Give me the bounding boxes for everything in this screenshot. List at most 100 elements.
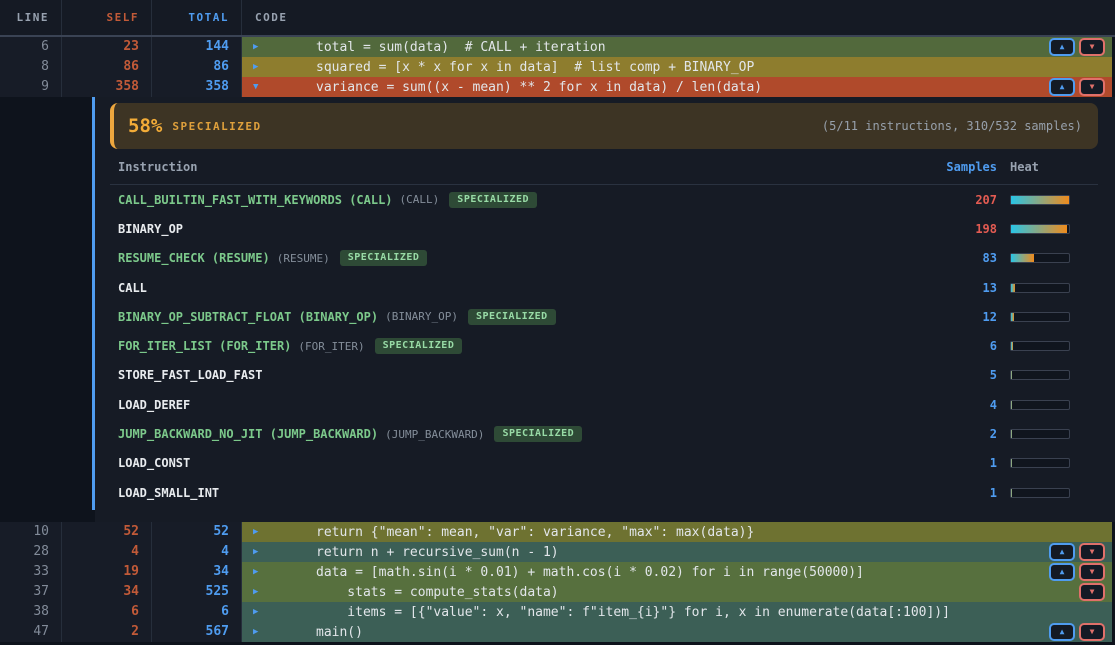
expand-icon[interactable]: ▶ — [242, 547, 316, 557]
expand-icon[interactable]: ▶ — [242, 607, 316, 617]
line-number: 47 — [0, 622, 62, 642]
line-number: 37 — [0, 582, 62, 602]
heat-bar — [1010, 224, 1070, 234]
expand-icon[interactable]: ▶ — [242, 527, 316, 537]
line-number: 8 — [0, 57, 62, 77]
instruction-info: FOR_ITER_LIST (FOR_ITER)(FOR_ITER)SPECIA… — [118, 338, 927, 354]
heat-bar-fill — [1011, 225, 1067, 233]
heat-cell — [997, 283, 1098, 293]
code-line[interactable]: ▶data = [math.sin(i * 0.01) + math.cos(i… — [242, 562, 1112, 582]
heat-cell — [997, 370, 1098, 380]
jump-down-button[interactable]: ▼ — [1079, 623, 1105, 641]
total-samples: 86 — [152, 57, 242, 77]
sample-count: 83 — [927, 251, 997, 265]
code-line[interactable]: ▶total = sum(data) # CALL + iteration▲▼ — [242, 37, 1112, 57]
heat-bar — [1010, 429, 1070, 439]
instruction-row: FOR_ITER_LIST (FOR_ITER)(FOR_ITER)SPECIA… — [110, 331, 1098, 360]
instruction-info: CALL — [118, 281, 927, 295]
expand-icon[interactable]: ▶ — [242, 62, 316, 72]
code-text: return {"mean": mean, "var": variance, "… — [316, 525, 1105, 540]
instruction-name: FOR_ITER_LIST (FOR_ITER) — [118, 339, 291, 353]
instruction-name: LOAD_SMALL_INT — [118, 486, 219, 500]
col-header-code: CODE — [242, 0, 1115, 35]
instruction-row: CALL_BUILTIN_FAST_WITH_KEYWORDS (CALL)(C… — [110, 185, 1098, 214]
col-header-heat: Heat — [997, 160, 1098, 174]
heat-bar-fill — [1011, 284, 1015, 292]
specialized-label: SPECIALIZED — [172, 120, 261, 133]
code-rows-above: 623144▶total = sum(data) # CALL + iterat… — [0, 37, 1115, 97]
heat-bar — [1010, 370, 1070, 380]
row-nav-buttons: ▼ — [1079, 583, 1105, 601]
instruction-info: RESUME_CHECK (RESUME)(RESUME)SPECIALIZED — [118, 250, 927, 266]
instruction-name: CALL — [118, 281, 147, 295]
col-header-total: TOTAL — [152, 0, 242, 35]
col-header-samples: Samples — [927, 160, 997, 174]
col-header-instruction: Instruction — [118, 160, 927, 174]
table-header: LINE SELF TOTAL CODE — [0, 0, 1115, 37]
code-line[interactable]: ▶return n + recursive_sum(n - 1)▲▼ — [242, 542, 1112, 562]
jump-up-button[interactable]: ▲ — [1049, 543, 1075, 561]
total-samples: 144 — [152, 37, 242, 57]
code-row: 3734525▶ stats = compute_stats(data)▼ — [0, 582, 1115, 602]
total-samples: 6 — [152, 602, 242, 622]
panel-gutter — [0, 97, 92, 522]
total-samples: 34 — [152, 562, 242, 582]
base-opcode: (BINARY_OP) — [385, 310, 458, 323]
heat-bar-fill — [1011, 371, 1012, 379]
code-text: squared = [x * x for x in data] # list c… — [316, 60, 1105, 75]
jump-down-button[interactable]: ▼ — [1079, 583, 1105, 601]
sample-count: 5 — [927, 368, 997, 382]
heat-bar-fill — [1011, 459, 1012, 467]
heat-cell — [997, 312, 1098, 322]
expand-icon[interactable]: ▶ — [242, 42, 316, 52]
heat-bar — [1010, 400, 1070, 410]
jump-down-button[interactable]: ▼ — [1079, 38, 1105, 56]
jump-down-button[interactable]: ▼ — [1079, 563, 1105, 581]
code-line[interactable]: ▼variance = sum((x - mean) ** 2 for x in… — [242, 77, 1112, 97]
code-line[interactable]: ▶ items = [{"value": x, "name": f"item_{… — [242, 602, 1112, 622]
code-line[interactable]: ▶squared = [x * x for x in data] # list … — [242, 57, 1112, 77]
col-header-line: LINE — [0, 0, 62, 35]
heat-bar-fill — [1011, 254, 1034, 262]
instruction-name: RESUME_CHECK (RESUME) — [118, 251, 270, 265]
code-text: variance = sum((x - mean) ** 2 for x in … — [316, 80, 1049, 95]
sample-count: 207 — [927, 193, 997, 207]
code-line[interactable]: ▶ stats = compute_stats(data)▼ — [242, 582, 1112, 602]
self-samples: 23 — [62, 37, 152, 57]
code-line[interactable]: ▶main()▲▼ — [242, 622, 1112, 642]
instruction-info: LOAD_CONST — [118, 456, 927, 470]
instruction-name: CALL_BUILTIN_FAST_WITH_KEYWORDS (CALL) — [118, 193, 393, 207]
expand-icon[interactable]: ▶ — [242, 627, 316, 637]
code-row: 331934▶data = [math.sin(i * 0.01) + math… — [0, 562, 1115, 582]
row-nav-buttons: ▲▼ — [1049, 563, 1105, 581]
collapse-icon[interactable]: ▼ — [242, 82, 316, 92]
self-samples: 4 — [62, 542, 152, 562]
jump-up-button[interactable]: ▲ — [1049, 38, 1075, 56]
specialized-badge: SPECIALIZED — [449, 192, 537, 208]
heat-bar — [1010, 488, 1070, 498]
heat-bar-fill — [1011, 342, 1013, 350]
instruction-info: JUMP_BACKWARD_NO_JIT (JUMP_BACKWARD)(JUM… — [118, 426, 927, 442]
instruction-row: RESUME_CHECK (RESUME)(RESUME)SPECIALIZED… — [110, 244, 1098, 273]
jump-down-button[interactable]: ▼ — [1079, 78, 1105, 96]
instruction-row: BINARY_OP_SUBTRACT_FLOAT (BINARY_OP)(BIN… — [110, 302, 1098, 331]
expand-icon[interactable]: ▶ — [242, 567, 316, 577]
line-number: 9 — [0, 77, 62, 97]
heat-cell — [997, 458, 1098, 468]
heat-bar-fill — [1011, 489, 1012, 497]
code-line[interactable]: ▶return {"mean": mean, "var": variance, … — [242, 522, 1112, 542]
heat-cell — [997, 429, 1098, 439]
jump-up-button[interactable]: ▲ — [1049, 623, 1075, 641]
jump-up-button[interactable]: ▲ — [1049, 563, 1075, 581]
instruction-row: LOAD_DEREF4 — [110, 390, 1098, 419]
jump-up-button[interactable]: ▲ — [1049, 78, 1075, 96]
code-text: data = [math.sin(i * 0.01) + math.cos(i … — [316, 565, 1049, 580]
heat-bar — [1010, 341, 1070, 351]
line-number: 33 — [0, 562, 62, 582]
heat-bar-fill — [1011, 430, 1012, 438]
sample-count: 2 — [927, 427, 997, 441]
jump-down-button[interactable]: ▼ — [1079, 543, 1105, 561]
heat-cell — [997, 400, 1098, 410]
expand-icon[interactable]: ▶ — [242, 587, 316, 597]
heat-bar — [1010, 312, 1070, 322]
